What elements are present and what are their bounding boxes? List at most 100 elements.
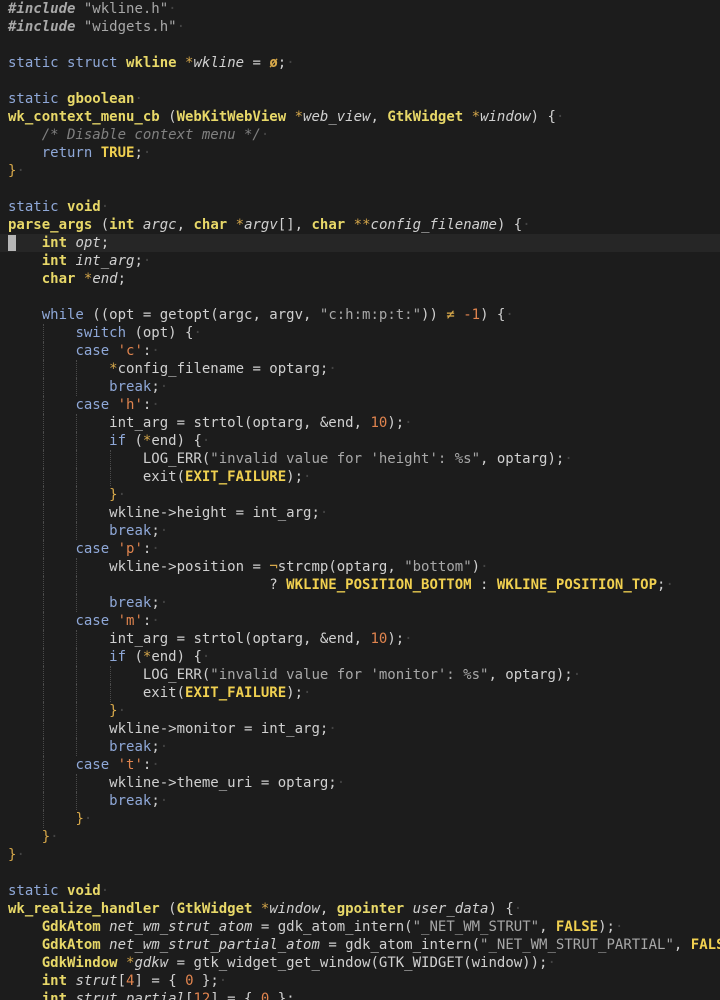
code-line[interactable]: parse_args (int argc, char *argv[], char… xyxy=(0,216,720,234)
code-line[interactable]: wkline->position = ¬strcmp(optarg, "bott… xyxy=(0,558,720,576)
code-line[interactable]: LOG_ERR("invalid value for 'height': %s"… xyxy=(0,450,720,468)
code-line[interactable] xyxy=(0,288,720,306)
code-line[interactable]: case 'h':· xyxy=(0,396,720,414)
code-editor[interactable]: #include "wkline.h"· #include "widgets.h"… xyxy=(0,0,720,1000)
code-token: return xyxy=(41,145,93,161)
code-line[interactable]: int_arg = strtol(optarg, &end, 10);· xyxy=(0,630,720,648)
code-token: int xyxy=(109,217,135,233)
code-line[interactable]: char *end; xyxy=(0,270,720,288)
code-line[interactable]: break;· xyxy=(0,522,720,540)
indent-guide xyxy=(76,684,78,702)
code-token: wkline->monitor = int_arg; xyxy=(109,721,329,737)
code-line[interactable]: case 't':· xyxy=(0,756,720,774)
code-line[interactable]: wk_context_menu_cb (WebKitWebView *web_v… xyxy=(0,108,720,126)
code-line[interactable]: wkline->monitor = int_arg;· xyxy=(0,720,720,738)
code-line[interactable]: if (*end) {· xyxy=(0,648,720,666)
code-line[interactable]: break;· xyxy=(0,738,720,756)
code-line[interactable]: }· xyxy=(0,828,720,846)
code-line[interactable]: int opt; xyxy=(0,234,720,252)
code-line[interactable] xyxy=(0,36,720,54)
code-line[interactable]: exit(EXIT_FAILURE);· xyxy=(0,684,720,702)
indent-guide xyxy=(76,594,78,612)
indent-guide xyxy=(42,738,44,756)
code-token: (opt) { xyxy=(126,325,194,341)
code-token: · xyxy=(303,685,312,701)
indent-guide xyxy=(110,450,112,468)
code-token: 'h' xyxy=(117,397,143,413)
code-line[interactable]: case 'c':· xyxy=(0,342,720,360)
code-token: ¬ xyxy=(269,559,278,575)
code-line[interactable]: #include "wkline.h"· xyxy=(0,0,720,18)
code-line[interactable]: int int_arg;· xyxy=(0,252,720,270)
code-token: TRUE xyxy=(100,145,135,161)
code-token: · xyxy=(201,433,211,449)
code-token: ); xyxy=(387,415,405,431)
code-token: } xyxy=(109,487,118,503)
code-line[interactable]: wkline->height = int_arg;· xyxy=(0,504,720,522)
code-line[interactable]: break;· xyxy=(0,378,720,396)
code-line[interactable]: int_arg = strtol(optarg, &end, 10);· xyxy=(0,414,720,432)
code-line[interactable]: int strut_partial[12] = { 0 }; xyxy=(0,990,720,1000)
code-token: void xyxy=(67,883,101,899)
code-line[interactable]: GdkAtom net_wm_strut_partial_atom = gdk_… xyxy=(0,936,720,954)
code-line[interactable]: #include "widgets.h"· xyxy=(0,18,720,36)
indent-guide xyxy=(76,576,78,594)
code-line[interactable] xyxy=(0,72,720,90)
code-line[interactable]: case 'm':· xyxy=(0,612,720,630)
code-line[interactable]: /* Disable context menu */· xyxy=(0,126,720,144)
code-line[interactable]: *config_filename = optarg;· xyxy=(0,360,720,378)
code-token: EXIT_FAILURE xyxy=(185,469,287,485)
code-line[interactable]: break;· xyxy=(0,594,720,612)
code-line[interactable]: static gboolean· xyxy=(0,90,720,108)
code-line[interactable]: int strut[4] = { 0 };· xyxy=(0,972,720,990)
code-line[interactable]: if (*end) {· xyxy=(0,432,720,450)
code-token: int_arg = strtol(optarg, &end, xyxy=(109,631,371,647)
code-line[interactable]: }· xyxy=(0,810,720,828)
code-token: * xyxy=(235,217,245,233)
code-line[interactable] xyxy=(0,864,720,882)
code-line[interactable]: break;· xyxy=(0,792,720,810)
code-line[interactable]: while ((opt = getopt(argc, argv, "c:h:m:… xyxy=(0,306,720,324)
code-token: window xyxy=(269,901,320,917)
code-line[interactable]: ? WKLINE_POSITION_BOTTOM : WKLINE_POSITI… xyxy=(0,576,720,594)
code-line[interactable]: static void· xyxy=(0,882,720,900)
code-token: · xyxy=(572,667,582,683)
code-line[interactable]: exit(EXIT_FAILURE);· xyxy=(0,468,720,486)
code-line[interactable]: wk_realize_handler (GtkWidget *window, g… xyxy=(0,900,720,918)
code-token: · xyxy=(201,649,211,665)
code-token: [ xyxy=(117,973,127,989)
indent-guide xyxy=(42,720,44,738)
code-line[interactable]: }· xyxy=(0,846,720,864)
code-line[interactable]: wkline->theme_uri = optarg;· xyxy=(0,774,720,792)
code-line[interactable]: static struct wkline *wkline = ø;· xyxy=(0,54,720,72)
code-token: strut xyxy=(75,973,118,989)
code-token: break xyxy=(109,739,152,755)
code-line[interactable] xyxy=(0,180,720,198)
code-token: } xyxy=(41,829,51,845)
code-line[interactable]: switch (opt) {· xyxy=(0,324,720,342)
code-line[interactable]: }· xyxy=(0,162,720,180)
code-line[interactable]: return TRUE;· xyxy=(0,144,720,162)
code-token: · xyxy=(117,703,127,719)
code-token: · xyxy=(168,1,177,17)
code-token: break xyxy=(109,379,152,395)
code-line[interactable]: GdkAtom net_wm_strut_atom = gdk_atom_int… xyxy=(0,918,720,936)
code-line[interactable]: static void· xyxy=(0,198,720,216)
code-line[interactable]: case 'p':· xyxy=(0,540,720,558)
code-line[interactable]: LOG_ERR("invalid value for 'monitor': %s… xyxy=(0,666,720,684)
code-line[interactable]: }· xyxy=(0,486,720,504)
indent-guide xyxy=(110,666,112,684)
code-token: 'p' xyxy=(117,541,143,557)
indent-guide xyxy=(42,540,44,558)
code-line[interactable]: GdkWindow *gdkw = gtk_widget_get_window(… xyxy=(0,954,720,972)
code-line[interactable]: }· xyxy=(0,702,720,720)
